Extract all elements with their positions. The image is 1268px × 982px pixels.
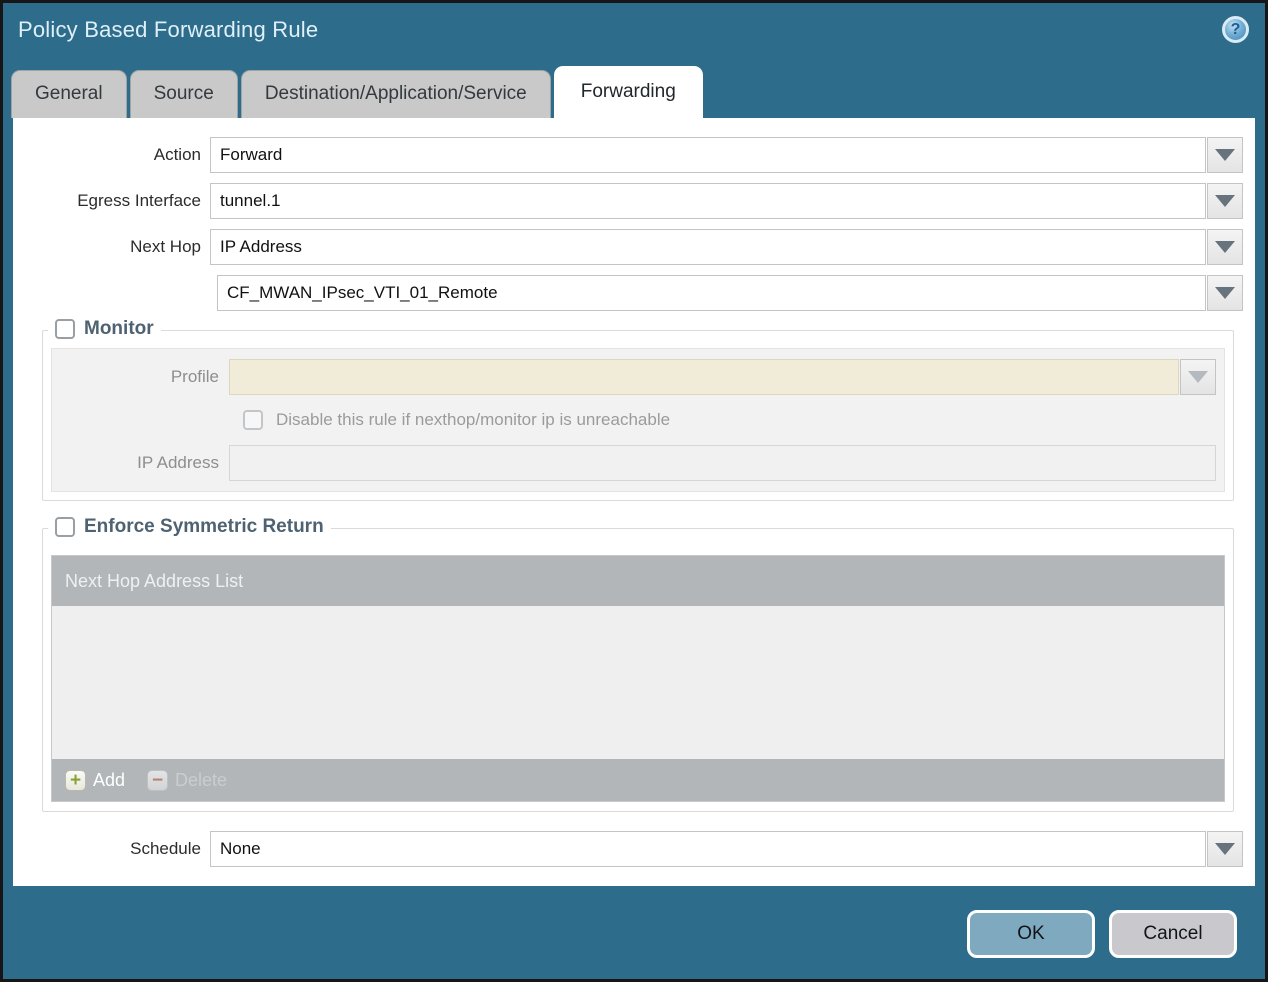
- profile-row: Profile: [52, 359, 1216, 395]
- tab-general[interactable]: General: [11, 70, 127, 118]
- delete-button-label: Delete: [175, 769, 228, 790]
- egress-interface-dropdown-button[interactable]: [1207, 183, 1243, 219]
- next-hop-dropdown-button[interactable]: [1207, 229, 1243, 265]
- help-icon[interactable]: ?: [1222, 16, 1249, 43]
- monitor-fieldset: Monitor Profile Disable this rule if nex…: [42, 318, 1234, 501]
- disable-rule-checkbox: [243, 410, 263, 430]
- forwarding-tab-panel: Action Forward Egress Interface tunnel.1…: [13, 118, 1255, 886]
- schedule-row: Schedule None: [13, 831, 1255, 867]
- delete-button: − Delete: [147, 769, 228, 791]
- next-hop-address-dropdown-button[interactable]: [1207, 275, 1243, 311]
- egress-interface-row: Egress Interface tunnel.1: [13, 183, 1255, 219]
- next-hop-address-list-toolbar: + Add − Delete: [52, 759, 1224, 801]
- tab-forwarding[interactable]: Forwarding: [553, 66, 703, 118]
- monitor-ip-row: IP Address: [52, 445, 1216, 481]
- tab-bar: General Source Destination/Application/S…: [3, 56, 1265, 118]
- chevron-down-icon: [1188, 371, 1208, 383]
- next-hop-address-list-header: Next Hop Address List: [52, 556, 1224, 606]
- next-hop-row: Next Hop IP Address: [13, 229, 1255, 265]
- chevron-down-icon: [1215, 195, 1235, 207]
- profile-dropdown-button: [1180, 359, 1216, 395]
- schedule-select[interactable]: None: [210, 831, 1206, 867]
- next-hop-address-list-body[interactable]: [52, 606, 1224, 759]
- ok-button[interactable]: OK: [967, 910, 1095, 958]
- plus-icon: +: [65, 769, 86, 791]
- action-dropdown-button[interactable]: [1207, 137, 1243, 173]
- monitor-inner: Profile Disable this rule if nexthop/mon…: [43, 331, 1233, 500]
- dialog-titlebar: Policy Based Forwarding Rule ?: [3, 3, 1265, 56]
- monitor-panel: Profile Disable this rule if nexthop/mon…: [51, 348, 1225, 492]
- monitor-checkbox[interactable]: [55, 319, 75, 339]
- egress-interface-label: Egress Interface: [77, 191, 201, 210]
- chevron-down-icon: [1215, 149, 1235, 161]
- chevron-down-icon: [1215, 287, 1235, 299]
- enforce-symmetric-return-checkbox[interactable]: [55, 517, 75, 537]
- schedule-label: Schedule: [130, 839, 201, 858]
- next-hop-label: Next Hop: [130, 237, 201, 256]
- minus-icon: −: [147, 769, 169, 791]
- tab-destination-application-service[interactable]: Destination/Application/Service: [240, 70, 551, 118]
- chevron-down-icon: [1215, 843, 1235, 855]
- tab-source[interactable]: Source: [129, 70, 238, 118]
- enforce-legend: Enforce Symmetric Return: [48, 516, 331, 538]
- dialog-footer: OK Cancel: [3, 886, 1265, 982]
- next-hop-address-select[interactable]: CF_MWAN_IPsec_VTI_01_Remote: [217, 275, 1206, 311]
- cancel-button[interactable]: Cancel: [1109, 910, 1237, 958]
- action-select[interactable]: Forward: [210, 137, 1206, 173]
- add-button-label: Add: [93, 769, 126, 790]
- egress-interface-select[interactable]: tunnel.1: [210, 183, 1206, 219]
- monitor-ip-label: IP Address: [137, 453, 219, 472]
- monitor-ip-input: [229, 445, 1216, 481]
- schedule-dropdown-button[interactable]: [1207, 831, 1243, 867]
- next-hop-address-row: CF_MWAN_IPsec_VTI_01_Remote: [13, 275, 1255, 311]
- chevron-down-icon: [1215, 241, 1235, 253]
- dialog-title: Policy Based Forwarding Rule: [18, 16, 319, 42]
- profile-select: [229, 359, 1179, 395]
- disable-rule-label: Disable this rule if nexthop/monitor ip …: [276, 410, 671, 429]
- profile-label: Profile: [170, 367, 219, 386]
- monitor-legend: Monitor: [48, 318, 161, 340]
- next-hop-address-list-table: Next Hop Address List + Add − Delete: [51, 555, 1225, 802]
- monitor-title: Monitor: [84, 318, 154, 339]
- action-label: Action: [153, 145, 201, 164]
- enforce-symmetric-return-title: Enforce Symmetric Return: [84, 516, 324, 537]
- enforce-inner: Next Hop Address List + Add − Delete: [43, 529, 1233, 811]
- enforce-symmetric-return-fieldset: Enforce Symmetric Return Next Hop Addres…: [42, 516, 1234, 812]
- action-row: Action Forward: [13, 137, 1255, 173]
- add-button[interactable]: + Add: [65, 769, 126, 791]
- next-hop-type-select[interactable]: IP Address: [210, 229, 1206, 265]
- disable-rule-row: Disable this rule if nexthop/monitor ip …: [243, 407, 1216, 433]
